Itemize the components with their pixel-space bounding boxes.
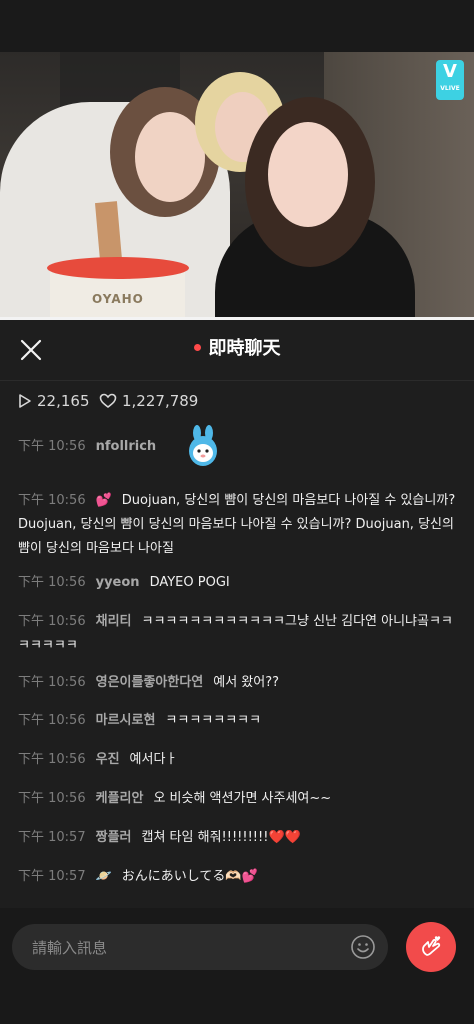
message-text: ㅋㅋㅋㅋㅋㅋㅋㅋ xyxy=(165,713,262,728)
chat-message: 下午 10:56 영은이를좋아한다연 예서 왔어?? xyxy=(18,671,458,695)
status-bar-area xyxy=(0,0,474,52)
message-time: 下午 10:57 xyxy=(18,869,86,884)
chat-title-text: 即時聊天 xyxy=(208,338,281,359)
message-user[interactable]: 💕 xyxy=(96,493,112,508)
message-user[interactable]: nfollrich xyxy=(96,439,157,454)
vlive-label: VLIVE xyxy=(440,85,460,92)
chat-message: 下午 10:56 nfollrich xyxy=(18,435,458,459)
message-text: DAYEO POGI xyxy=(149,575,230,590)
message-user[interactable]: 마르시로현 xyxy=(96,713,156,728)
close-icon xyxy=(20,339,42,361)
message-time: 下午 10:56 xyxy=(18,752,86,767)
emoji-button[interactable] xyxy=(350,934,376,960)
message-time: 下午 10:57 xyxy=(18,830,86,845)
message-text: 캡쳐 타임 해줘!!!!!!!!! xyxy=(141,830,269,845)
like-count-value: 1,227,789 xyxy=(122,392,199,410)
vlive-logo: V VLIVE xyxy=(436,60,464,100)
chat-message: 下午 10:57 짱플러 캡쳐 타임 해줘!!!!!!!!!❤️❤️ xyxy=(18,826,458,850)
cup-text: OYAHO xyxy=(92,292,144,306)
mascot-sticker-icon xyxy=(189,425,217,466)
play-count: 22,165 xyxy=(18,392,90,410)
close-button[interactable] xyxy=(18,337,44,363)
live-indicator-dot xyxy=(193,343,201,351)
chat-message: 下午 10:56 케플리안 오 비슷해 액션가면 사주세여~~ xyxy=(18,787,458,811)
chat-header: 即時聊天 xyxy=(0,320,474,381)
message-time: 下午 10:56 xyxy=(18,614,86,629)
like-count: 1,227,789 xyxy=(99,392,198,410)
person-right-face xyxy=(268,122,348,227)
message-time: 下午 10:56 xyxy=(18,675,86,690)
live-video-player[interactable]: OYAHO V VLIVE xyxy=(0,52,474,317)
message-user[interactable]: 영은이를좋아한다연 xyxy=(96,675,204,690)
chat-message: 下午 10:56 yyeon DAYEO POGI xyxy=(18,571,458,595)
message-text: 예서다ㅏ xyxy=(129,752,178,767)
message-user[interactable]: 채리티 xyxy=(96,614,132,629)
message-time: 下午 10:56 xyxy=(18,493,86,508)
send-heart-button[interactable] xyxy=(406,922,456,972)
chat-message: 下午 10:56 채리티 ㅋㅋㅋㅋㅋㅋㅋㅋㅋㅋㅋㅋ그냥 신난 김다연 아니냐곸ㅋㅋㅋ… xyxy=(18,610,458,658)
message-user[interactable]: 짱플러 xyxy=(96,830,132,845)
message-user[interactable]: 우진 xyxy=(96,752,120,767)
chat-message-list[interactable]: 下午 10:56 nfollrich 下午 10:56 💕 Duojuan, 당신의 … xyxy=(0,421,474,908)
message-time: 下午 10:56 xyxy=(18,791,86,806)
message-input-container[interactable] xyxy=(12,924,388,972)
message-input[interactable] xyxy=(30,924,334,972)
chat-message: 下午 10:56 우진 예서다ㅏ xyxy=(18,748,458,772)
smiley-icon xyxy=(351,935,375,959)
chat-title: 即時聊天 xyxy=(0,320,474,380)
message-user[interactable]: yyeon xyxy=(96,575,140,590)
chat-message: 下午 10:56 마르시로현 ㅋㅋㅋㅋㅋㅋㅋㅋ xyxy=(18,709,458,733)
message-text: おんにあいしてる🫶🏻💕 xyxy=(121,869,258,884)
message-user[interactable]: 🪐 xyxy=(96,869,112,884)
chat-message: 下午 10:56 💕 Duojuan, 당신의 뺨이 당신의 마음보다 나아질 수 … xyxy=(18,489,458,561)
finger-heart-icon xyxy=(422,936,441,956)
play-count-value: 22,165 xyxy=(37,392,90,410)
message-text: 예서 왔어?? xyxy=(213,675,280,690)
message-time: 下午 10:56 xyxy=(18,575,86,590)
stats-bar: 22,165 1,227,789 xyxy=(0,381,474,421)
message-user[interactable]: 케플리안 xyxy=(96,791,144,806)
heart-outline-icon xyxy=(99,393,117,409)
chat-message: 下午 10:57 🪐 おんにあいしてる🫶🏻💕 xyxy=(18,865,458,889)
message-time: 下午 10:56 xyxy=(18,713,86,728)
message-text: 오 비슷해 액션가면 사주세여~~ xyxy=(153,791,332,806)
chat-composer xyxy=(0,908,474,1024)
vlive-v-icon: V xyxy=(443,61,457,82)
heart-emoji-icon: ❤️❤️ xyxy=(268,830,301,845)
message-time: 下午 10:56 xyxy=(18,439,86,454)
play-icon xyxy=(19,394,31,408)
drink-lid xyxy=(47,257,189,279)
